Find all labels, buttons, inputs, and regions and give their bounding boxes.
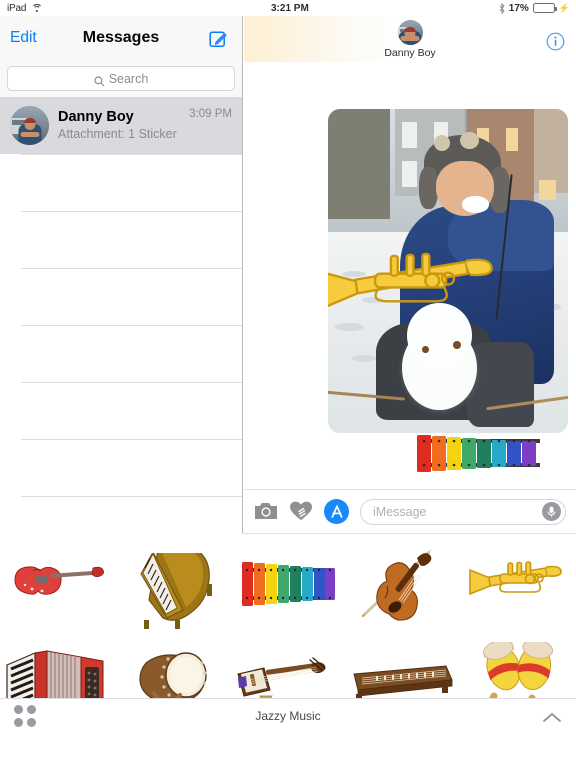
photo-message-bubble[interactable] [328,109,568,433]
info-icon[interactable] [546,32,565,51]
sticker-tray-bar: Jazzy Music [0,698,576,733]
list-item[interactable] [0,154,242,211]
message-preview: Attachment: 1 Sticker [58,127,177,141]
wifi-icon [31,3,43,13]
status-bar-right: 17% ⚡ [499,2,570,14]
chevron-up-icon[interactable] [542,710,562,722]
message-placeholder: iMessage [373,504,427,519]
status-bar-time: 3:21 PM [271,2,309,14]
microphone-icon[interactable] [542,502,561,521]
device-label: iPad [7,2,27,14]
edit-button[interactable]: Edit [10,29,37,47]
search-icon [94,74,105,86]
status-bar: iPad 3:21 PM 17% ⚡ [0,0,576,16]
message-input-field[interactable]: iMessage [360,498,566,525]
lightning-bolt-icon: ⚡ [558,2,570,13]
sidebar-nav-bar: Edit Messages [0,16,242,60]
conversations-sidebar: Edit Messages Search Danny Boy Attachmen… [0,16,243,553]
list-item[interactable] [0,325,242,382]
bluetooth-icon [499,2,505,14]
sticker-violin[interactable] [346,534,461,634]
sticker-tray: Jazzy Music [0,533,576,733]
digital-touch-icon[interactable] [289,501,313,523]
list-item[interactable] [0,211,242,268]
list-item[interactable] [0,268,242,325]
conversation-pane: Danny Boy iMessage [244,16,576,533]
status-bar-left: iPad [7,2,43,14]
contact-name: Danny Boy [384,46,436,59]
list-item[interactable] [0,382,242,439]
conversation-header: Danny Boy [244,16,576,62]
ipad-messages-screen: iPad 3:21 PM 17% ⚡ Edit Messages Search … [0,0,576,768]
list-item[interactable] [0,496,242,553]
message-timestamp: 3:09 PM [189,108,232,120]
app-store-icon[interactable] [324,499,349,524]
app-drawer-grid-icon[interactable] [14,705,36,727]
list-item[interactable] [0,439,242,496]
search-bar-container: Search [0,60,242,97]
message-thread [244,62,576,489]
sticker-pack-title: Jazzy Music [255,709,321,723]
message-input-bar: iMessage [244,489,576,533]
sticker-xylophone[interactable] [230,534,345,634]
avatar[interactable] [397,19,423,45]
conversation-list: Danny Boy Attachment: 1 Sticker 3:09 PM [0,97,242,553]
battery-icon [532,3,557,13]
list-item[interactable]: Danny Boy Attachment: 1 Sticker 3:09 PM [0,97,242,154]
sticker-trumpet[interactable] [461,534,576,634]
battery-percent: 17% [508,2,529,14]
camera-icon[interactable] [254,501,278,523]
compose-icon[interactable] [209,29,228,48]
trumpet-sticker-icon[interactable] [328,232,506,329]
page-title: Messages [82,29,160,46]
avatar [10,106,49,145]
xylophone-sticker[interactable] [413,432,544,474]
search-placeholder: Search [108,71,149,86]
search-input[interactable]: Search [7,66,235,91]
